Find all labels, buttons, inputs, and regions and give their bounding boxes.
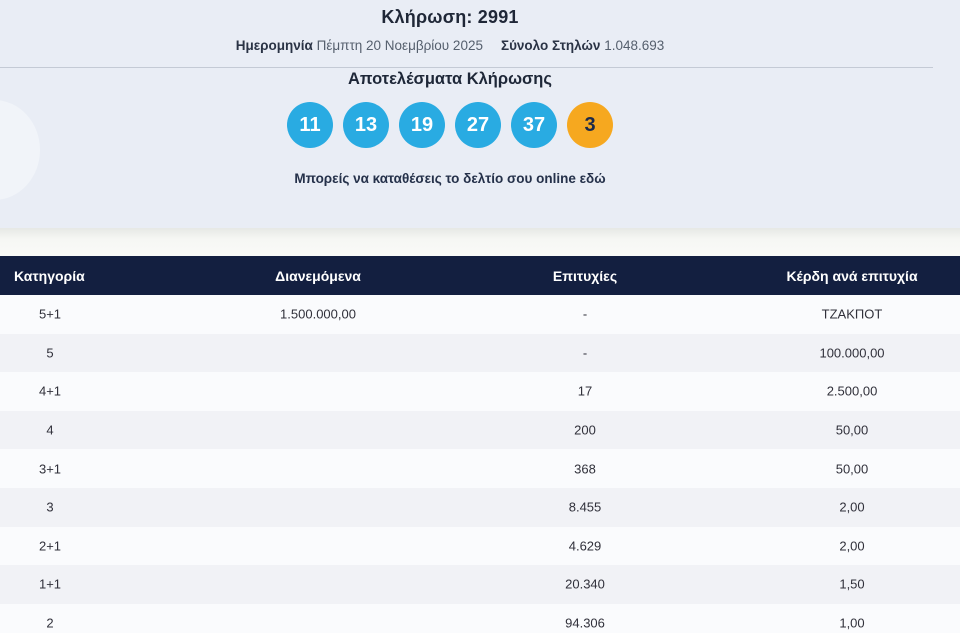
- total-columns-value: 1.048.693: [604, 38, 665, 53]
- date-label: Ημερομηνία: [235, 38, 313, 53]
- header-cell-distributed: Διανεμόμενα: [275, 267, 361, 284]
- date-value: Πέμπτη 20 Νοεμβρίου 2025: [316, 38, 483, 53]
- cell-prize: 1,50: [839, 576, 865, 592]
- number-ball-3-value: 19: [410, 113, 434, 136]
- cell-prize: 50,00: [835, 422, 869, 438]
- header-cell-prize: Κέρδη ανά επιτυχία: [786, 267, 918, 284]
- prize-table-header: Κατηγορία Διανεμόμενα Επιτυχίες Κέρδη αν…: [0, 256, 960, 295]
- draw-header-section: Κλήρωση: 2991 Ημερομηνία Πέμπτη 20 Νοεμβ…: [0, 0, 960, 228]
- number-ball-1-value: 11: [299, 113, 321, 136]
- cell-prize: 2,00: [839, 499, 865, 515]
- table-row: 4 200 50,00: [0, 410, 960, 450]
- table-row: 5+1 1.500.000,00 - ΤΖΑΚΠΟΤ: [0, 295, 960, 334]
- header-cell-category: Κατηγορία: [14, 267, 85, 284]
- cell-prize: 50,00: [835, 461, 869, 477]
- number-ball-5: 37: [511, 102, 557, 148]
- draw-date: Ημερομηνία Πέμπτη 20 Νοεμβρίου 2025: [236, 38, 483, 53]
- number-ball-1: 11: [287, 102, 333, 148]
- cell-distributed: 1.500.000,00: [280, 306, 356, 322]
- cell-category: 2: [46, 615, 54, 631]
- winning-numbers-row: 11 13 19 27 37 3: [0, 102, 900, 148]
- cell-category: 1+1: [38, 576, 62, 592]
- table-row: 5 - 100.000,00: [0, 333, 960, 373]
- cell-prize: 1,00: [839, 615, 865, 631]
- cell-category: 3+1: [38, 461, 62, 477]
- cell-category: 5: [46, 345, 54, 361]
- bonus-ball: 3: [567, 102, 613, 148]
- prize-table: Κατηγορία Διανεμόμενα Επιτυχίες Κέρδη αν…: [0, 256, 960, 633]
- number-ball-4: 27: [455, 102, 501, 148]
- cell-prize: ΤΖΑΚΠΟΤ: [821, 306, 883, 322]
- cell-winners: 20.340: [565, 576, 605, 592]
- cell-winners: 4.629: [568, 538, 602, 554]
- results-title: Αποτελέσματα Κλήρωσης: [348, 70, 552, 88]
- cell-category: 5+1: [38, 306, 62, 322]
- table-row: 2 94.306 1,00: [0, 603, 960, 633]
- table-row: 3+1 368 50,00: [0, 449, 960, 488]
- cell-winners: 17: [577, 383, 593, 399]
- cell-category: 4: [46, 422, 54, 438]
- table-row: 2+1 4.629 2,00: [0, 526, 960, 566]
- draw-meta-line: Ημερομηνία Πέμπτη 20 Νοεμβρίου 2025 Σύνολ…: [0, 38, 900, 53]
- cell-category: 2+1: [38, 538, 62, 554]
- cell-prize: 2,00: [839, 538, 865, 554]
- deposit-online-link[interactable]: Μπορείς να καταθέσεις το δελτίο σου onli…: [294, 171, 605, 186]
- cell-prize: 2.500,00: [826, 383, 878, 399]
- table-row: 1+1 20.340 1,50: [0, 565, 960, 604]
- number-ball-2-value: 13: [354, 113, 378, 136]
- total-columns-label: Σύνολο Στηλών: [500, 38, 601, 53]
- cell-category: 4+1: [38, 383, 62, 399]
- cell-winners: 8.455: [568, 499, 602, 515]
- cell-winners: 94.306: [565, 615, 605, 631]
- number-ball-5-value: 37: [522, 113, 546, 136]
- header-cell-winners: Επιτυχίες: [552, 267, 618, 284]
- cell-winners: -: [582, 306, 588, 322]
- section-spacer: [0, 228, 960, 256]
- table-row: 4+1 17 2.500,00: [0, 372, 960, 411]
- bonus-ball-value: 3: [584, 113, 596, 136]
- cell-prize: 100.000,00: [819, 345, 885, 361]
- draw-title: Κλήρωση: 2991: [381, 7, 519, 27]
- number-ball-3: 19: [399, 102, 445, 148]
- table-row: 3 8.455 2,00: [0, 487, 960, 527]
- total-columns: Σύνολο Στηλών 1.048.693: [501, 38, 664, 53]
- number-ball-2: 13: [343, 102, 389, 148]
- number-ball-4-value: 27: [466, 113, 490, 136]
- cell-winners: -: [582, 345, 588, 361]
- cell-winners: 368: [574, 461, 596, 477]
- cell-category: 3: [46, 499, 54, 515]
- cell-winners: 200: [574, 422, 596, 438]
